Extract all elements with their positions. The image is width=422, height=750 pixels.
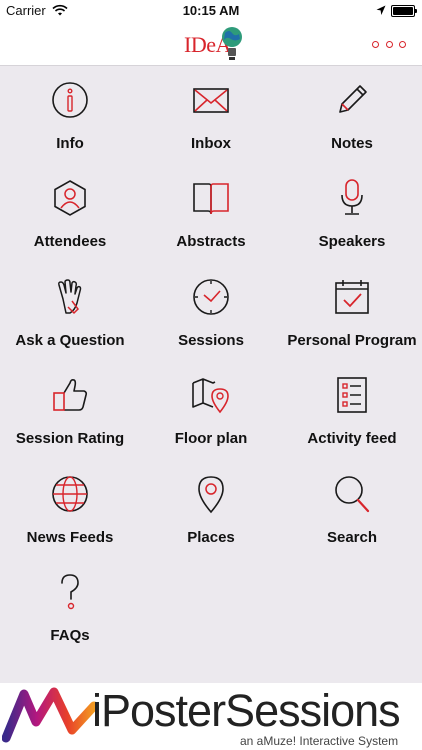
menu-grid: Info Inbox Notes Attendees Abstracts Spe… xyxy=(0,66,422,682)
menu-label: Speakers xyxy=(318,233,386,250)
menu-item-sessions[interactable]: Sessions xyxy=(141,263,281,361)
book-icon xyxy=(193,183,229,215)
menu-label: Places xyxy=(187,529,235,546)
raised-hand-icon xyxy=(58,279,82,315)
menu-label: News Feeds xyxy=(26,529,114,546)
location-arrow-icon xyxy=(376,4,386,19)
info-icon xyxy=(52,82,88,118)
menu-item-session-rating[interactable]: Session Rating xyxy=(0,361,140,459)
menu-item-floor-plan[interactable]: Floor plan xyxy=(141,361,281,459)
dot-icon xyxy=(385,40,393,48)
menu-item-places[interactable]: Places xyxy=(141,460,281,558)
menu-label: Info xyxy=(56,135,84,152)
dot-icon xyxy=(399,40,406,48)
search-icon xyxy=(335,476,370,513)
menu-item-info[interactable]: Info xyxy=(0,66,140,164)
thumbs-up-icon xyxy=(53,379,88,411)
nav-bar: IDeA xyxy=(0,22,422,66)
globe-icon xyxy=(52,476,88,512)
sponsor-banner[interactable]: iPosterSessions an aMuze! Interactive Sy… xyxy=(0,683,422,750)
question-icon xyxy=(61,574,79,610)
banner-tagline: an aMuze! Interactive System xyxy=(240,734,399,748)
menu-label: Activity feed xyxy=(307,430,397,447)
clock-icon xyxy=(193,279,229,315)
microphone-icon xyxy=(341,179,363,215)
menu-item-search[interactable]: Search xyxy=(282,460,422,558)
menu-label: Ask a Question xyxy=(15,332,125,349)
status-bar: Carrier 10:15 AM xyxy=(0,0,422,22)
iposter-wave-logo-icon xyxy=(2,687,98,743)
lightbulb-globe-icon xyxy=(222,27,242,60)
pencil-icon xyxy=(339,85,367,113)
dot-icon xyxy=(372,40,379,48)
more-options-button[interactable] xyxy=(372,38,406,50)
calendar-check-icon xyxy=(335,280,369,314)
menu-label: Search xyxy=(326,529,378,546)
menu-label: Abstracts xyxy=(176,233,246,250)
map-pin-icon xyxy=(192,378,229,414)
menu-item-inbox[interactable]: Inbox xyxy=(141,66,281,164)
menu-item-speakers[interactable]: Speakers xyxy=(282,164,422,262)
menu-item-activity-feed[interactable]: Activity feed xyxy=(282,361,422,459)
app-logo: IDeA xyxy=(184,24,244,64)
menu-label: Session Rating xyxy=(15,430,125,447)
menu-label: Sessions xyxy=(178,332,244,349)
attendee-icon xyxy=(54,180,86,216)
menu-item-attendees[interactable]: Attendees xyxy=(0,164,140,262)
battery-icon xyxy=(391,5,417,17)
menu-item-notes[interactable]: Notes xyxy=(282,66,422,164)
status-time: 10:15 AM xyxy=(182,3,240,18)
menu-label: Inbox xyxy=(191,135,231,152)
checklist-icon xyxy=(337,377,367,413)
menu-label: Personal Program xyxy=(287,332,417,349)
menu-item-personal-program[interactable]: Personal Program xyxy=(282,263,422,361)
menu-item-news-feeds[interactable]: News Feeds xyxy=(0,460,140,558)
menu-label: Floor plan xyxy=(174,430,248,447)
inbox-icon xyxy=(193,88,229,113)
menu-label: FAQs xyxy=(50,627,90,644)
menu-item-abstracts[interactable]: Abstracts xyxy=(141,164,281,262)
menu-label: Notes xyxy=(331,135,373,152)
menu-item-faqs[interactable]: FAQs xyxy=(0,558,140,656)
location-pin-icon xyxy=(198,476,224,514)
banner-brand: iPosterSessions xyxy=(92,685,401,736)
menu-label: Attendees xyxy=(33,233,107,250)
menu-item-ask-question[interactable]: Ask a Question xyxy=(0,263,140,361)
